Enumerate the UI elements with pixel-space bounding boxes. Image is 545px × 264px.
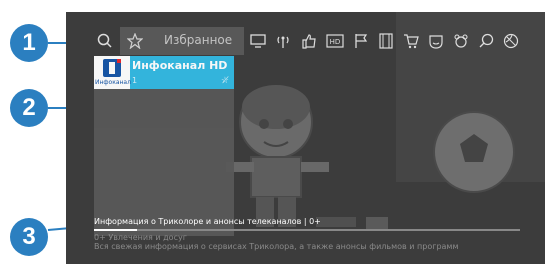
channel-number: 1 <box>132 76 138 85</box>
magnifier-icon[interactable] <box>475 30 497 52</box>
favorites-tab[interactable]: Избранное <box>120 27 244 55</box>
top-category-bar: Избранное HD <box>66 26 545 56</box>
search-icon[interactable] <box>94 30 116 52</box>
tv-screen: Избранное HD Инфоканал Инфоканал HD 1 ☆̸… <box>66 12 545 264</box>
channel-item[interactable]: Инфоканал Инфоканал HD 1 ☆̸ <box>94 56 234 89</box>
bear-icon[interactable] <box>450 30 472 52</box>
channel-name: Инфоканал HD <box>132 59 228 72</box>
star-icon <box>124 30 146 52</box>
cart-icon[interactable] <box>400 30 422 52</box>
program-progress-fill <box>94 229 137 231</box>
hd-icon[interactable]: HD <box>324 30 346 52</box>
program-meta: 0+ Увлечения и досуг <box>94 233 187 242</box>
program-progress-bar <box>94 229 520 231</box>
favorites-label: Избранное <box>164 33 233 47</box>
ball-icon[interactable] <box>500 30 522 52</box>
svg-text:HD: HD <box>330 38 341 46</box>
program-description: Вся свежая информация о сервисах Триколо… <box>94 242 459 251</box>
channel-list-panel: Инфоканал Инфоканал HD 1 ☆̸ <box>94 56 234 236</box>
tv-icon[interactable] <box>247 30 269 52</box>
broadcast-icon[interactable] <box>272 30 294 52</box>
channel-logo: Инфоканал <box>94 56 131 89</box>
callout-3: 3 <box>10 218 48 256</box>
callout-2: 2 <box>10 89 48 127</box>
flag-icon[interactable] <box>350 30 372 52</box>
thumbs-up-icon[interactable] <box>298 30 320 52</box>
callout-1: 1 <box>10 24 48 62</box>
program-title: Информация о Триколоре и анонсы телекана… <box>94 217 321 226</box>
star-off-icon[interactable]: ☆̸ <box>221 76 229 86</box>
film-icon[interactable] <box>375 30 397 52</box>
smiley-icon[interactable] <box>425 30 447 52</box>
